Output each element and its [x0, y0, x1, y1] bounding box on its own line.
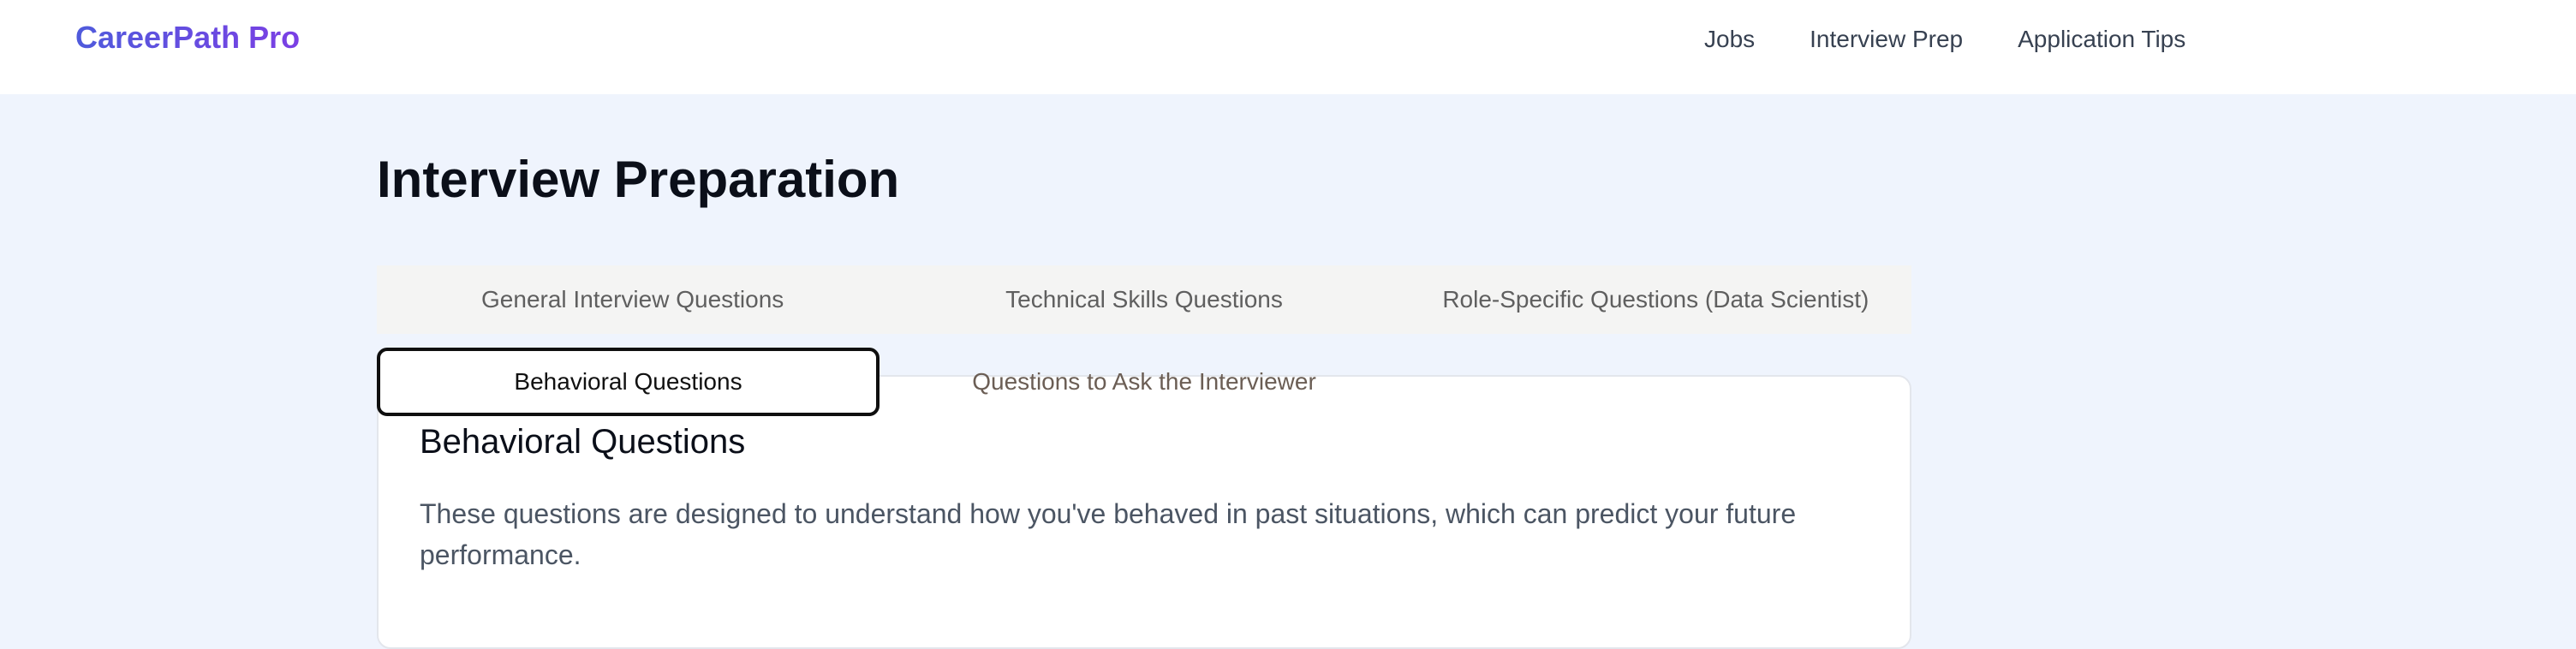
question-category-tabs: General Interview Questions Technical Sk…	[377, 265, 1911, 334]
nav-link-jobs[interactable]: Jobs	[1704, 22, 1755, 57]
page-title: Interview Preparation	[377, 151, 900, 208]
tab-general-interview-questions[interactable]: General Interview Questions	[377, 286, 888, 313]
tab-behavioral-questions[interactable]: Behavioral Questions	[377, 348, 880, 416]
nav-link-application-tips[interactable]: Application Tips	[2018, 22, 2185, 57]
tab-technical-skills-questions[interactable]: Technical Skills Questions	[888, 286, 1399, 313]
section-title: Behavioral Questions	[420, 423, 746, 461]
tab-questions-to-ask-interviewer[interactable]: Questions to Ask the Interviewer	[891, 365, 1398, 399]
nav-link-interview-prep[interactable]: Interview Prep	[1810, 22, 1963, 57]
brand-logo[interactable]: CareerPath Pro	[75, 19, 300, 57]
section-description: These questions are designed to understa…	[420, 498, 1797, 570]
tab-role-specific-questions[interactable]: Role-Specific Questions (Data Scientist)	[1400, 286, 1911, 313]
top-navbar: CareerPath Pro Jobs Interview Prep Appli…	[0, 0, 2576, 94]
main-nav: Jobs Interview Prep Application Tips	[1704, 22, 2185, 57]
